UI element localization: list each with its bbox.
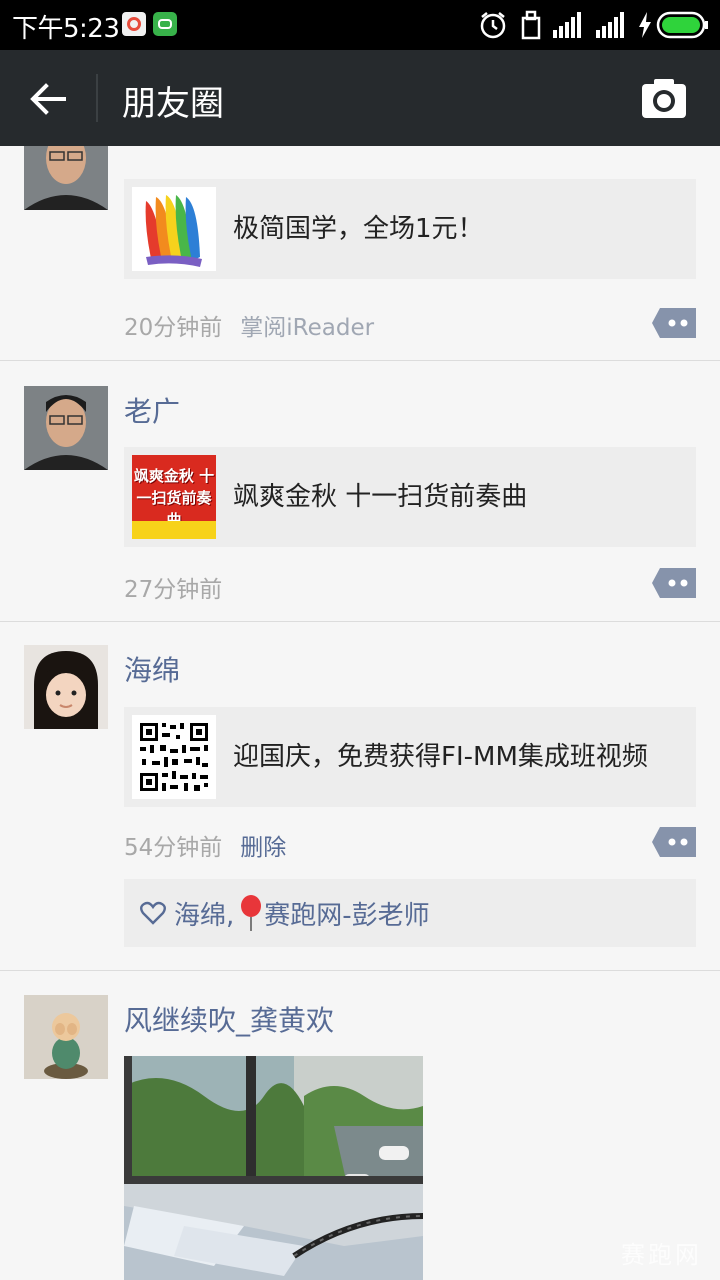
comment-button[interactable] (652, 308, 696, 338)
notification-app-icon (122, 12, 146, 36)
post-photo[interactable] (124, 1056, 423, 1280)
delete-post-link[interactable]: 删除 (240, 835, 286, 861)
camera-icon[interactable] (640, 76, 688, 120)
shared-link-card[interactable]: 迎国庆，免费获得FI-MM集成班视频 (124, 707, 696, 807)
heart-icon (140, 901, 166, 925)
balloon-avatar-icon (241, 895, 262, 931)
avatar[interactable] (24, 645, 108, 729)
post-meta: 54分钟前 删除 (124, 828, 286, 862)
likes-panel: 海绵, 赛跑网-彭老师 (124, 879, 696, 947)
arrow-left-icon[interactable] (22, 74, 72, 124)
moment-post: 老广 极简国学，全场1元！ 20分钟前掌阅iReader (0, 146, 720, 361)
shared-link-title: 迎国庆，免费获得FI-MM集成班视频 (233, 742, 648, 772)
comment-button[interactable] (652, 827, 696, 857)
post-author-name[interactable]: 海绵 (124, 649, 180, 689)
app-bar-divider (96, 74, 98, 122)
avatar[interactable] (24, 995, 108, 1079)
promo-thumbnail: 飒爽金秋 十一扫货前奏曲 (132, 455, 216, 539)
battery-icon (656, 11, 708, 39)
post-meta: 27分钟前 (124, 570, 222, 604)
moment-post: 风继续吹_龚黄欢 (0, 971, 720, 1280)
signal-icon (553, 12, 581, 38)
shared-link-title: 极简国学，全场1元！ (233, 214, 484, 244)
status-time: 下午5:23 (12, 14, 120, 44)
post-time: 54分钟前 (124, 835, 223, 861)
sim-icon (521, 10, 541, 40)
avatar[interactable] (24, 386, 108, 470)
post-time: 20分钟前 (124, 315, 223, 341)
qr-code-thumbnail (132, 715, 216, 799)
page-title: 朋友圈 (122, 84, 224, 124)
liker-name[interactable]: 赛跑网-彭老师 (264, 895, 429, 932)
shared-link-card[interactable]: 飒爽金秋 十一扫货前奏曲 飒爽金秋 十一扫货前奏曲 (124, 447, 696, 547)
liker-name[interactable]: 海绵, (174, 895, 234, 932)
moment-post: 海绵 迎国庆，免费获得FI-MM集成班视频 54分钟前 删除 海绵, 赛跑网-彭… (0, 622, 720, 971)
shared-link-title: 飒爽金秋 十一扫货前奏曲 (233, 482, 528, 512)
post-author-name[interactable]: 风继续吹_龚黄欢 (124, 999, 334, 1039)
charging-icon (639, 12, 651, 38)
shared-link-card[interactable]: 极简国学，全场1元！ (124, 179, 696, 279)
app-bar: 朋友圈 (0, 50, 720, 146)
post-author-name[interactable]: 老广 (124, 390, 180, 430)
post-time: 27分钟前 (124, 577, 223, 603)
alarm-icon (480, 12, 506, 39)
moments-feed[interactable]: 老广 极简国学，全场1元！ 20分钟前掌阅iReader (0, 146, 720, 1280)
post-source-link[interactable]: 掌阅iReader (240, 315, 374, 341)
comment-button[interactable] (652, 568, 696, 598)
app-icon (153, 12, 177, 36)
moment-post: 老广 飒爽金秋 十一扫货前奏曲 飒爽金秋 十一扫货前奏曲 27分钟前 (0, 361, 720, 622)
watermark-text: 赛跑网 (621, 1241, 702, 1269)
ireader-logo-icon (132, 187, 216, 271)
signal-icon (596, 12, 624, 38)
post-meta: 20分钟前 掌阅iReader (124, 308, 374, 342)
avatar[interactable] (24, 146, 108, 210)
status-bar: 下午5:23 (0, 0, 720, 50)
